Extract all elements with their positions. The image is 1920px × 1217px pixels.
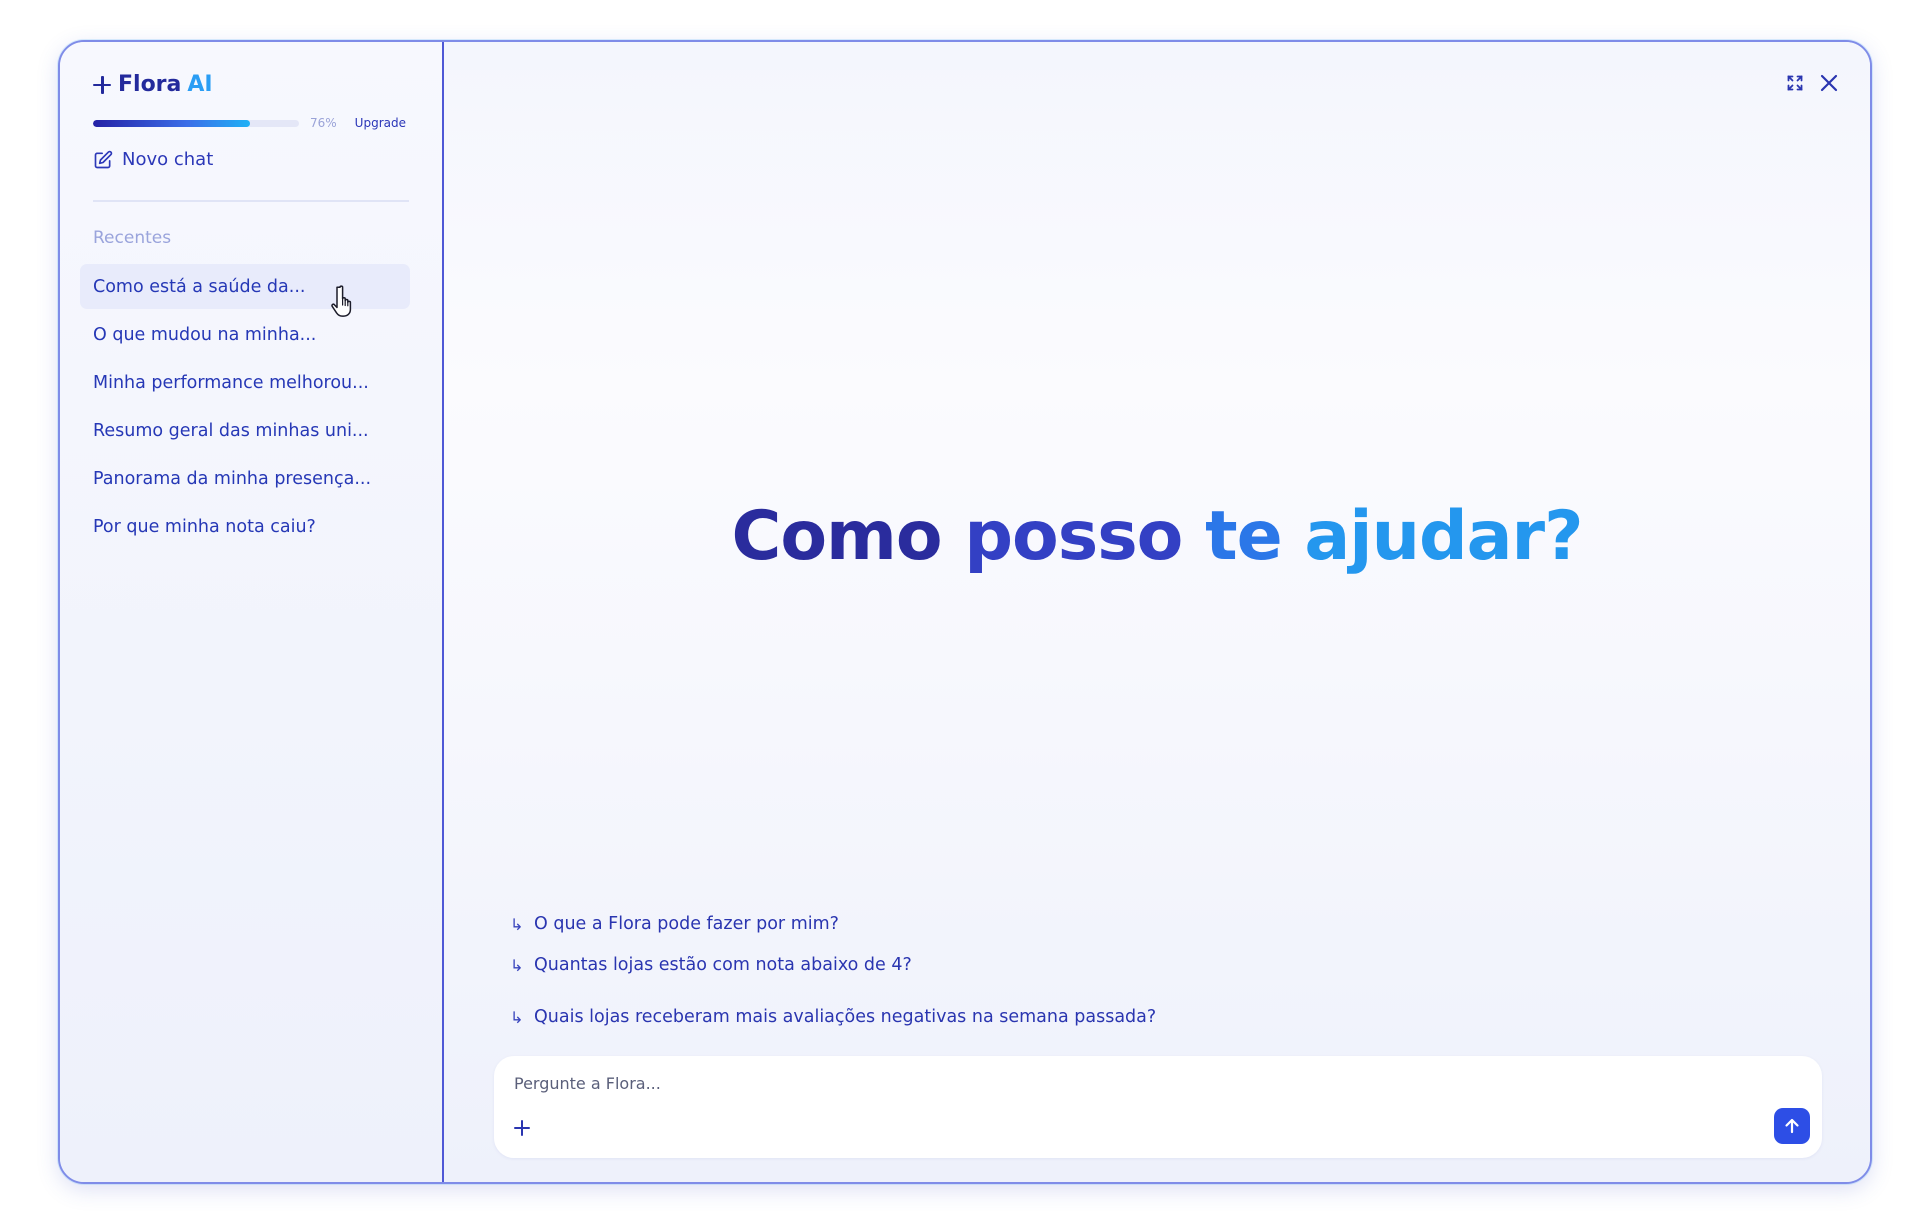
suggestion-label: O que a Flora pode fazer por mim? [534, 914, 839, 934]
heading-word: te [1205, 497, 1283, 576]
new-chat-button[interactable]: Novo chat [93, 149, 213, 170]
suggestion-item[interactable]: ↳ Quantas lojas estão com nota abaixo de… [510, 955, 1156, 975]
attach-button[interactable] [510, 1116, 534, 1140]
recent-section-title: Recentes [93, 228, 172, 248]
recent-chat-item[interactable]: O que mudou na minha... [80, 312, 410, 357]
message-input[interactable] [512, 1073, 1708, 1094]
suggestions-list: ↳ O que a Flora pode fazer por mim? ↳ Qu… [510, 914, 1156, 1048]
hand-pointer-icon [331, 285, 352, 317]
new-chat-label: Novo chat [122, 149, 214, 170]
return-arrow-icon: ↳ [510, 1007, 524, 1027]
chat-main: Como posso te ajudar? ↳ O que a Flora po… [444, 42, 1870, 1182]
heading-word: Como [731, 497, 942, 576]
recent-chat-item[interactable]: Por que minha nota caiu? [80, 504, 410, 549]
sidebar: Flora AI 76% Upgrade Novo chat Recentes … [60, 42, 444, 1182]
message-composer [494, 1056, 1822, 1158]
close-button[interactable] [1816, 70, 1842, 96]
send-button[interactable] [1774, 1108, 1810, 1144]
recent-chat-item[interactable]: Panorama da minha presença... [80, 456, 410, 501]
recent-chat-item[interactable]: Resumo geral das minhas uni... [80, 408, 410, 453]
arrow-up-icon [1785, 1118, 1799, 1134]
recent-chat-item[interactable]: Minha performance melhorou... [80, 360, 410, 405]
usage-meter: 76% Upgrade [93, 116, 406, 130]
usage-progress-track [93, 119, 299, 127]
upgrade-link[interactable]: Upgrade [355, 116, 406, 130]
heading-word: ajudar? [1304, 497, 1583, 576]
sidebar-divider [93, 200, 409, 202]
welcome-heading: Como posso te ajudar? [444, 497, 1870, 576]
brand-name: Flora [118, 72, 182, 97]
heading-word: posso [964, 497, 1183, 576]
suggestion-item[interactable]: ↳ Quais lojas receberam mais avaliações … [510, 1007, 1156, 1027]
sparkle-plus-icon [93, 75, 111, 94]
expand-icon [1787, 75, 1803, 91]
expand-button[interactable] [1782, 70, 1808, 96]
edit-icon [94, 150, 113, 168]
suggestion-label: Quais lojas receberam mais avaliações ne… [534, 1007, 1157, 1027]
return-arrow-icon: ↳ [510, 955, 524, 975]
brand-logo: Flora AI [93, 72, 213, 97]
usage-progress-fill [93, 119, 250, 127]
recent-chats-list: Como está a saúde da... O que mudou na m… [80, 264, 410, 552]
suggestion-item[interactable]: ↳ O que a Flora pode fazer por mim? [510, 914, 1156, 934]
close-icon [1820, 74, 1838, 92]
flora-ai-window: Flora AI 76% Upgrade Novo chat Recentes … [58, 40, 1872, 1184]
plus-icon [514, 1120, 530, 1136]
suggestion-label: Quantas lojas estão com nota abaixo de 4… [534, 955, 912, 975]
recent-chat-item[interactable]: Como está a saúde da... [80, 264, 410, 309]
usage-percent: 76% [310, 116, 337, 130]
brand-suffix: AI [187, 72, 213, 97]
return-arrow-icon: ↳ [510, 914, 524, 934]
